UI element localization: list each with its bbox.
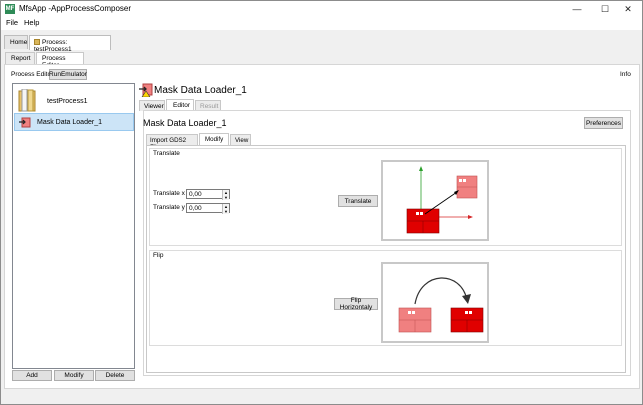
translate-x-label: Translate x [153,190,185,197]
flip-illustration [381,262,489,343]
node-header-title: Mask Data Loader_1 [154,85,247,96]
list-item-label: Mask Data Loader_1 [37,118,102,126]
menu-file[interactable]: File [6,18,18,27]
translate-button[interactable]: Translate [338,195,378,207]
process-folder-icon [18,88,38,113]
preferences-button[interactable]: Preferences [584,117,623,129]
window-tab-strip: Home Process: testProcess1 [1,35,642,53]
menu-help[interactable]: Help [24,18,39,27]
translate-y-spinbox[interactable]: 0,00 ▲ ▼ [186,203,230,214]
run-emulator-button[interactable]: RunEmulator [49,69,87,80]
mask-loader-icon [19,117,31,128]
tab-process-editor[interactable]: Process Editor [36,52,84,69]
translate-y-value: 0,00 [189,205,202,212]
title-bar: MF MfsApp -AppProcessComposer — ☐ ✕ [1,1,642,17]
menu-bar: File Help [1,17,642,30]
spin-arrows-icon[interactable]: ▲ ▼ [222,204,229,214]
spin-arrows-icon[interactable]: ▲ ▼ [222,190,229,200]
list-item-label: testProcess1 [47,97,88,105]
info-label: Info [620,71,631,78]
tab-modify[interactable]: Modify [199,133,229,145]
translate-x-spinbox[interactable]: 0,00 ▲ ▼ [186,189,230,200]
translate-y-label: Translate y [153,204,185,211]
tab-import-gds2[interactable]: Import GDS2 File [146,134,198,151]
list-item-testprocess1[interactable]: testProcess1 [14,86,134,116]
process-editor-label: Process Editor [11,71,54,78]
translate-x-value: 0,00 [189,191,202,198]
delete-button[interactable]: Delete [95,370,135,381]
window-title: MfsApp -AppProcessComposer [19,4,132,13]
node-title: Mask Data Loader_1 [143,118,227,128]
tab-report[interactable]: Report [5,52,35,64]
list-item-mask-data-loader[interactable]: Mask Data Loader_1 [14,113,134,131]
add-button[interactable]: Add [12,370,52,381]
folder-icon [34,39,40,45]
mask-loader-warning-icon [139,83,153,98]
tab-home[interactable]: Home [4,35,28,49]
minimize-button[interactable]: — [563,1,591,17]
translate-illustration [381,160,489,241]
app-window: MF MfsApp -AppProcessComposer — ☐ ✕ File… [0,0,643,405]
tab-view[interactable]: View [230,134,251,145]
app-icon: MF [5,4,15,14]
modify-button[interactable]: Modify [54,370,94,381]
translate-group-title: Translate [153,150,180,157]
tab-process-testprocess1[interactable]: Process: testProcess1 [29,35,111,53]
close-button[interactable]: ✕ [614,1,642,17]
process-list: testProcess1 Mask Data Loader_1 [12,83,135,369]
flip-group-title: Flip [153,252,164,259]
flip-horizontally-button[interactable]: Flip Horizontaly [334,297,378,311]
